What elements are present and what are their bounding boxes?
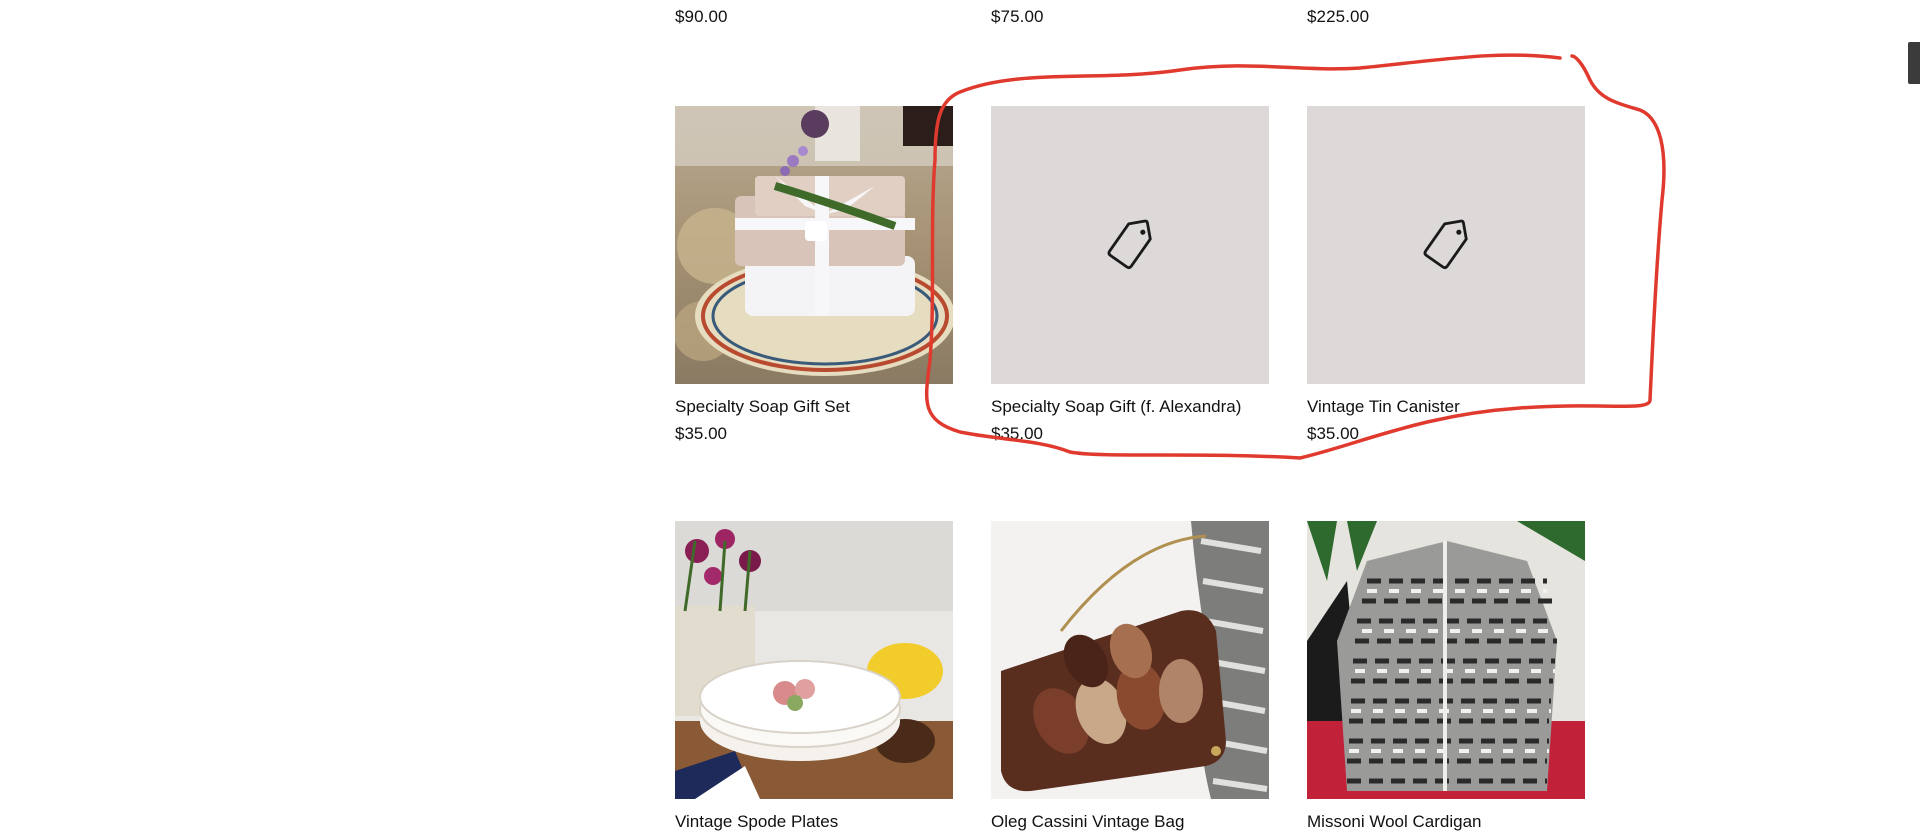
plates-image (675, 521, 953, 799)
product-title[interactable]: Specialty Soap Gift (f. Alexandra) (991, 395, 1269, 419)
scrollbar-thumb[interactable] (1908, 42, 1920, 84)
previous-row-prices: $90.00 $75.00 $225.00 (675, 5, 1595, 29)
product-price: $35.00 (991, 424, 1043, 443)
product-card-soap-gift-alexandra[interactable]: Specialty Soap Gift (f. Alexandra) $35.0… (991, 106, 1269, 446)
product-price: $75.00 (991, 7, 1044, 26)
product-card-oleg-cassini-bag[interactable]: Oleg Cassini Vintage Bag (991, 521, 1269, 832)
bag-image (991, 521, 1269, 799)
product-price: $35.00 (1307, 424, 1359, 443)
cardigan-image (1307, 521, 1585, 799)
bag-photo[interactable] (991, 521, 1269, 799)
product-card-vintage-spode-plates[interactable]: Vintage Spode Plates (675, 521, 953, 832)
image-placeholder[interactable] (1307, 106, 1585, 384)
soap-gift-photo[interactable] (675, 106, 953, 384)
product-card-soap-gift-set[interactable]: Specialty Soap Gift Set $35.00 (675, 106, 953, 446)
product-title[interactable]: Specialty Soap Gift Set (675, 395, 953, 419)
product-row: Specialty Soap Gift Set $35.00 Specialty… (675, 106, 1595, 446)
plates-photo[interactable] (675, 521, 953, 799)
product-title[interactable]: Vintage Spode Plates (675, 810, 953, 832)
product-title[interactable]: Missoni Wool Cardigan (1307, 810, 1585, 832)
image-placeholder[interactable] (991, 106, 1269, 384)
product-title[interactable]: Oleg Cassini Vintage Bag (991, 810, 1269, 832)
product-card-missoni-cardigan[interactable]: Missoni Wool Cardigan (1307, 521, 1585, 832)
product-row: Vintage Spode Plates Oleg Cassini Vintag… (675, 521, 1595, 832)
tag-icon (1107, 219, 1152, 270)
product-price: $90.00 (675, 7, 728, 26)
product-grid-page: $90.00 $75.00 $225.00 Specialty Soap Gif… (0, 0, 1920, 832)
tag-icon (1423, 219, 1468, 270)
product-price: $225.00 (1307, 7, 1370, 26)
cardigan-photo[interactable] (1307, 521, 1585, 799)
product-title[interactable]: Vintage Tin Canister (1307, 395, 1585, 419)
soap-gift-image (675, 106, 953, 384)
product-card-vintage-tin-canister[interactable]: Vintage Tin Canister $35.00 (1307, 106, 1585, 446)
product-price: $35.00 (675, 424, 727, 443)
